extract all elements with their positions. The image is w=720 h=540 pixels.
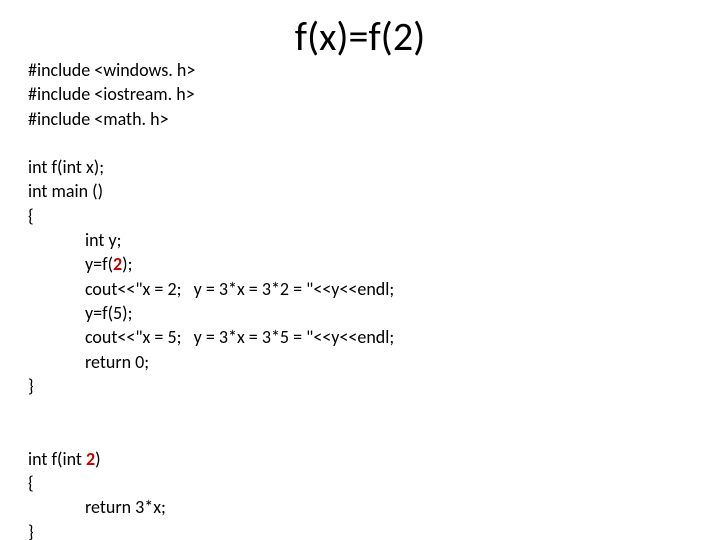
code-line: { <box>28 472 34 494</box>
slide-title: f(x)=f(2) <box>0 12 720 61</box>
slide: f(x)=f(2) #include <windows. h> #include… <box>0 0 720 540</box>
code-text: ) <box>95 448 100 470</box>
code-line: cout<<"x = 5; y = 3*x = 3*5 = "<<y<<endl… <box>28 326 394 348</box>
code-line: y=f(5); <box>28 302 132 324</box>
code-text: ); <box>122 253 132 275</box>
code-line: cout<<"x = 2; y = 3*x = 3*2 = "<<y<<endl… <box>28 278 394 300</box>
code-line: #include <iostream. h> <box>28 83 195 105</box>
code-text: y=f( <box>28 253 113 275</box>
code-block: #include <windows. h> #include <iostream… <box>28 58 688 540</box>
highlighted-param: 2 <box>86 448 95 470</box>
code-line: return 3*x; <box>28 496 166 518</box>
code-text: int f(int <box>28 448 86 470</box>
code-line: } <box>28 521 34 540</box>
code-line: #include <windows. h> <box>28 59 195 81</box>
code-line: int f(int 2) <box>28 448 101 470</box>
code-line: y=f(2); <box>28 253 132 275</box>
code-line: } <box>28 375 34 397</box>
code-line: int y; <box>28 229 121 251</box>
code-line: int main () <box>28 180 103 202</box>
code-line: return 0; <box>28 351 149 373</box>
code-line: { <box>28 205 34 227</box>
highlighted-arg: 2 <box>113 253 122 275</box>
code-line: int f(int x); <box>28 156 104 178</box>
code-line: #include <math. h> <box>28 108 169 130</box>
